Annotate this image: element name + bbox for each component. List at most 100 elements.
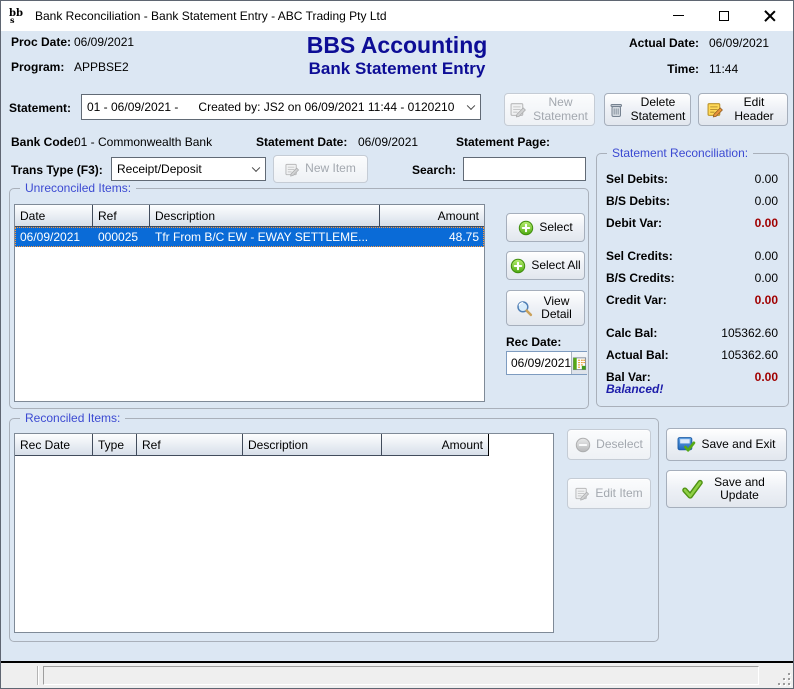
delete-statement-icon xyxy=(608,102,624,118)
minimize-icon xyxy=(673,15,684,16)
edit-header-button[interactable]: Edit Header xyxy=(698,93,788,126)
credit-var-value: 0.00 xyxy=(755,293,778,307)
statusbar-section-divider xyxy=(37,666,38,685)
chevron-down-icon xyxy=(252,164,260,172)
cell-ref: 000025 xyxy=(93,230,150,244)
new-statement-label: New Statement xyxy=(532,96,590,123)
edit-header-label: Edit Header xyxy=(729,96,779,123)
chevron-down-icon xyxy=(467,102,475,110)
reconciled-table: Rec Date Type Ref Description Amount xyxy=(14,433,554,633)
statement-page-label: Statement Page: xyxy=(456,135,550,149)
trans-type-label: Trans Type (F3): xyxy=(11,163,103,177)
close-button[interactable] xyxy=(747,1,793,30)
edit-header-icon xyxy=(707,101,724,118)
reconciled-col-amount: Amount xyxy=(382,434,488,456)
time-value: 11:44 xyxy=(709,62,784,76)
magnifier-icon xyxy=(516,300,533,317)
edit-item-label: Edit Item xyxy=(595,487,642,500)
edit-item-button[interactable]: Edit Item xyxy=(567,478,651,509)
unreconciled-col-ref: Ref xyxy=(93,205,150,227)
bs-credits-value: 0.00 xyxy=(755,271,778,285)
save-and-update-button[interactable]: Save and Update xyxy=(666,470,787,508)
select-label: Select xyxy=(539,221,572,234)
bank-code-label: Bank Code: xyxy=(11,135,78,149)
actual-date-label: Actual Date: xyxy=(614,36,709,50)
deselect-button[interactable]: Deselect xyxy=(567,429,651,460)
view-detail-button[interactable]: View Detail xyxy=(506,290,585,326)
save-update-check-icon xyxy=(682,479,703,499)
sel-debits-label: Sel Debits: xyxy=(606,172,668,186)
new-statement-button[interactable]: New Statement xyxy=(504,93,595,126)
bank-code-value: 01 - Commonwealth Bank xyxy=(74,135,212,149)
unreconciled-col-date: Date xyxy=(15,205,93,227)
trans-type-dropdown[interactable]: Receipt/Deposit xyxy=(111,157,266,181)
bs-debits-label: B/S Debits: xyxy=(606,194,670,208)
unreconciled-table: Date Ref Description Amount 06/09/2021 0… xyxy=(14,204,485,402)
resize-grip[interactable] xyxy=(777,672,790,685)
app-icon: bbs xyxy=(9,7,27,25)
title-bar[interactable]: bbs Bank Reconciliation - Bank Statement… xyxy=(1,1,793,31)
statement-dropdown[interactable]: 01 - 06/09/2021 - Created by: JS2 on 06/… xyxy=(81,94,481,120)
statement-date-label: Statement Date: xyxy=(256,135,347,149)
select-all-plus-icon xyxy=(510,258,526,274)
reconciled-col-ref: Ref xyxy=(137,434,243,456)
new-item-icon xyxy=(285,162,300,177)
sel-credits-label: Sel Credits: xyxy=(606,249,673,263)
trans-type-value: Receipt/Deposit xyxy=(117,162,202,176)
actual-bal-value: 105362.60 xyxy=(721,348,778,362)
window-title: Bank Reconciliation - Bank Statement Ent… xyxy=(35,9,387,23)
maximize-button[interactable] xyxy=(701,1,747,30)
reconciled-col-type: Type xyxy=(93,434,137,456)
new-item-label: New Item xyxy=(305,162,356,175)
view-detail-label: View Detail xyxy=(538,295,576,322)
save-and-update-label: Save and Update xyxy=(708,476,772,503)
statement-dropdown-value: 01 - 06/09/2021 - Created by: JS2 on 06/… xyxy=(87,100,454,114)
balanced-note: Balanced! xyxy=(606,382,663,396)
app-window: bbs Bank Reconciliation - Bank Statement… xyxy=(0,0,794,689)
cell-amount: 48.75 xyxy=(380,230,484,244)
calendar-button[interactable] xyxy=(571,352,587,374)
unreconciled-legend: Unreconciled Items: xyxy=(20,181,136,195)
rec-date-field[interactable]: 06/09/2021 xyxy=(506,351,587,375)
edit-item-icon xyxy=(575,486,590,501)
statement-reconciliation-group: Statement Reconciliation: Sel Debits:0.0… xyxy=(596,153,789,407)
save-exit-icon xyxy=(677,436,696,454)
time-label: Time: xyxy=(614,62,709,76)
new-item-button[interactable]: New Item xyxy=(273,155,368,183)
reconciled-col-description: Description xyxy=(243,434,382,456)
select-all-button[interactable]: Select All xyxy=(506,251,585,280)
calendar-icon xyxy=(572,356,587,371)
reconciled-legend: Reconciled Items: xyxy=(20,411,125,425)
deselect-label: Deselect xyxy=(596,438,643,451)
statement-label: Statement: xyxy=(9,101,71,115)
bs-credits-label: B/S Credits: xyxy=(606,271,675,285)
search-label: Search: xyxy=(412,163,456,177)
close-icon xyxy=(764,10,776,22)
search-input[interactable] xyxy=(463,157,586,181)
unreconciled-col-description: Description xyxy=(150,205,380,227)
select-button[interactable]: Select xyxy=(506,213,585,242)
bal-var-value: 0.00 xyxy=(755,370,778,384)
unreconciled-row[interactable]: 06/09/2021 000025 Tfr From B/C EW - EWAY… xyxy=(15,227,484,247)
sel-credits-value: 0.00 xyxy=(755,249,778,263)
reconciled-col-rec-date: Rec Date xyxy=(15,434,93,456)
delete-statement-label: Delete Statement xyxy=(629,96,687,123)
cell-date: 06/09/2021 xyxy=(15,230,93,244)
sel-debits-value: 0.00 xyxy=(755,172,778,186)
actual-date-value: 06/09/2021 xyxy=(709,36,784,50)
status-bar xyxy=(1,663,793,688)
save-and-exit-label: Save and Exit xyxy=(701,438,775,451)
statement-reconciliation-legend: Statement Reconciliation: xyxy=(607,146,753,160)
select-all-label: Select All xyxy=(531,259,580,272)
credit-var-label: Credit Var: xyxy=(606,293,667,307)
reconciled-header-filler xyxy=(488,434,553,456)
svg-text:s: s xyxy=(10,15,15,25)
rec-date-value: 06/09/2021 xyxy=(507,356,571,370)
new-statement-icon xyxy=(510,101,527,118)
unreconciled-col-amount: Amount xyxy=(380,205,484,227)
delete-statement-button[interactable]: Delete Statement xyxy=(604,93,691,126)
save-and-exit-button[interactable]: Save and Exit xyxy=(666,428,787,461)
cell-description: Tfr From B/C EW - EWAY SETTLEME... xyxy=(150,230,380,244)
rec-date-label: Rec Date: xyxy=(506,335,561,349)
minimize-button[interactable] xyxy=(655,1,701,30)
